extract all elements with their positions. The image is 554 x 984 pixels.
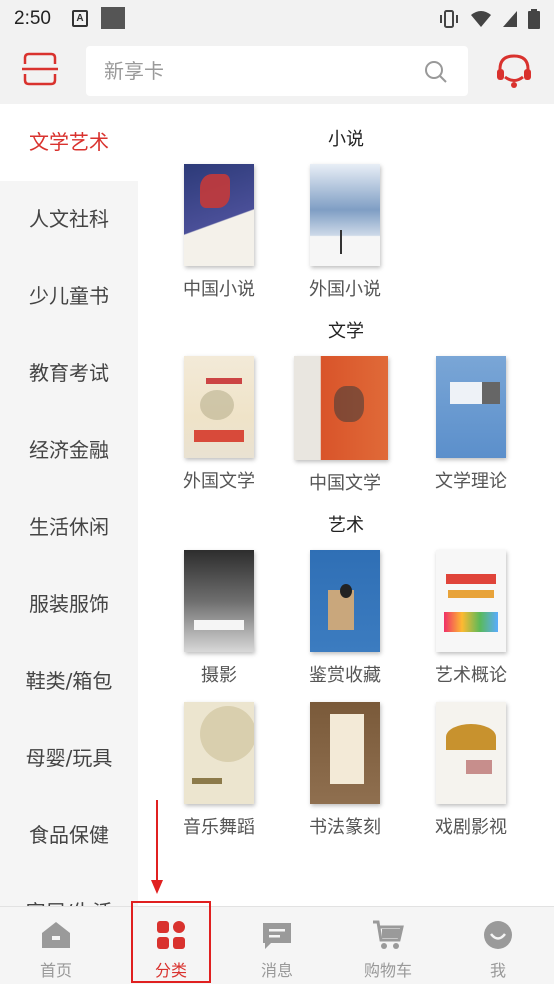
search-icon[interactable] (424, 60, 448, 84)
sidebar-item-leisure[interactable]: 生活休闲 (0, 489, 138, 566)
status-icons (438, 9, 540, 29)
book-label: 书法篆刻 (309, 817, 381, 838)
tab-cart[interactable]: 购物车 (343, 907, 433, 984)
book-item[interactable]: 文学理论 (416, 350, 542, 498)
search-box[interactable] (86, 46, 468, 96)
sidebar-item-literature-art[interactable]: 文学艺术 (0, 104, 138, 181)
book-cover-image (184, 702, 254, 804)
category-content: 小说 中国小说 外国小说 文学 外国文学 中国文学 文学理论 艺术 摄影 鉴赏收… (138, 104, 554, 906)
book-item[interactable]: 外国文学 (164, 350, 290, 498)
sidebar-item-finance[interactable]: 经济金融 (0, 412, 138, 489)
book-item[interactable]: 摄影 (164, 544, 290, 690)
book-grid-fiction: 中国小说 外国小说 (138, 158, 554, 304)
book-item[interactable]: 外国小说 (290, 158, 416, 304)
tab-messages[interactable]: 消息 (232, 907, 322, 984)
sidebar-item-food-health[interactable]: 食品保健 (0, 797, 138, 874)
profile-smile-icon (484, 921, 512, 949)
book-item[interactable]: 中国小说 (164, 158, 290, 304)
book-item[interactable]: 中国文学 (290, 350, 416, 498)
sidebar-item-shoes-bags[interactable]: 鞋类/箱包 (0, 643, 138, 720)
section-title-literature: 文学 (328, 321, 364, 342)
book-item[interactable]: 书法篆刻 (290, 696, 416, 842)
book-grid-art-row2: 音乐舞蹈 书法篆刻 戏剧影视 (138, 696, 554, 842)
notification-square-icon (101, 7, 125, 29)
tab-home[interactable]: 首页 (11, 907, 101, 984)
tab-label: 购物车 (363, 961, 412, 980)
notification-a-icon: A (72, 10, 88, 27)
book-cover-image (184, 164, 254, 266)
sidebar-item-apparel[interactable]: 服装服饰 (0, 566, 138, 643)
book-cover-image (310, 550, 380, 652)
book-grid-literature: 外国文学 中国文学 文学理论 (138, 350, 554, 498)
book-cover-image (294, 356, 388, 460)
annotation-highlight-box (131, 901, 211, 983)
battery-icon (528, 9, 540, 29)
book-label: 鉴赏收藏 (309, 665, 381, 686)
wifi-icon (471, 11, 491, 27)
sidebar-item-humanities[interactable]: 人文社科 (0, 181, 138, 258)
book-item[interactable]: 戏剧影视 (416, 696, 542, 842)
sidebar-item-education[interactable]: 教育考试 (0, 335, 138, 412)
vibrate-icon (440, 10, 458, 28)
book-label: 艺术概论 (435, 665, 507, 686)
book-item[interactable]: 艺术概论 (416, 544, 542, 690)
category-sidebar: 文学艺术 人文社科 少儿童书 教育考试 经济金融 生活休闲 服装服饰 鞋类/箱包… (0, 104, 138, 906)
cart-icon (373, 920, 404, 949)
book-cover-image (310, 702, 380, 804)
message-icon (263, 923, 291, 949)
book-item[interactable]: 鉴赏收藏 (290, 544, 416, 690)
book-cover-image (436, 356, 506, 458)
tab-label: 消息 (260, 961, 293, 980)
status-bar: 2:50 A (0, 0, 554, 38)
status-time: 2:50 (14, 8, 51, 29)
search-input[interactable] (104, 46, 414, 96)
book-grid-art-row1: 摄影 鉴赏收藏 艺术概论 (138, 544, 554, 690)
book-label: 中国小说 (183, 279, 255, 300)
bottom-tab-bar: 首页 分类 消息 购物车 我 (0, 906, 554, 984)
section-title-fiction: 小说 (328, 129, 364, 150)
tab-label: 我 (489, 961, 506, 980)
top-header (0, 38, 554, 104)
book-cover-image (184, 356, 254, 458)
book-item[interactable]: 音乐舞蹈 (164, 696, 290, 842)
sidebar-item-home-living[interactable]: 家居/生活 (0, 874, 138, 906)
customer-service-icon[interactable] (494, 51, 534, 91)
tab-me[interactable]: 我 (453, 907, 543, 984)
home-icon (42, 922, 70, 948)
book-label: 外国文学 (183, 471, 255, 492)
scan-icon[interactable] (22, 52, 58, 86)
annotation-arrow (151, 800, 163, 894)
book-label: 文学理论 (435, 471, 507, 492)
section-title-art: 艺术 (328, 515, 364, 536)
sidebar-item-children-books[interactable]: 少儿童书 (0, 258, 138, 335)
signal-icon (503, 11, 517, 27)
book-label: 戏剧影视 (435, 817, 507, 838)
book-label: 中国文学 (309, 473, 381, 494)
book-cover-image (436, 702, 506, 804)
sidebar-item-baby-toys[interactable]: 母婴/玩具 (0, 720, 138, 797)
book-cover-image (436, 550, 506, 652)
tab-label: 首页 (39, 961, 72, 980)
book-label: 音乐舞蹈 (183, 817, 255, 838)
book-cover-image (310, 164, 380, 266)
book-label: 摄影 (201, 665, 237, 686)
book-label: 外国小说 (309, 279, 381, 300)
book-cover-image (184, 550, 254, 652)
